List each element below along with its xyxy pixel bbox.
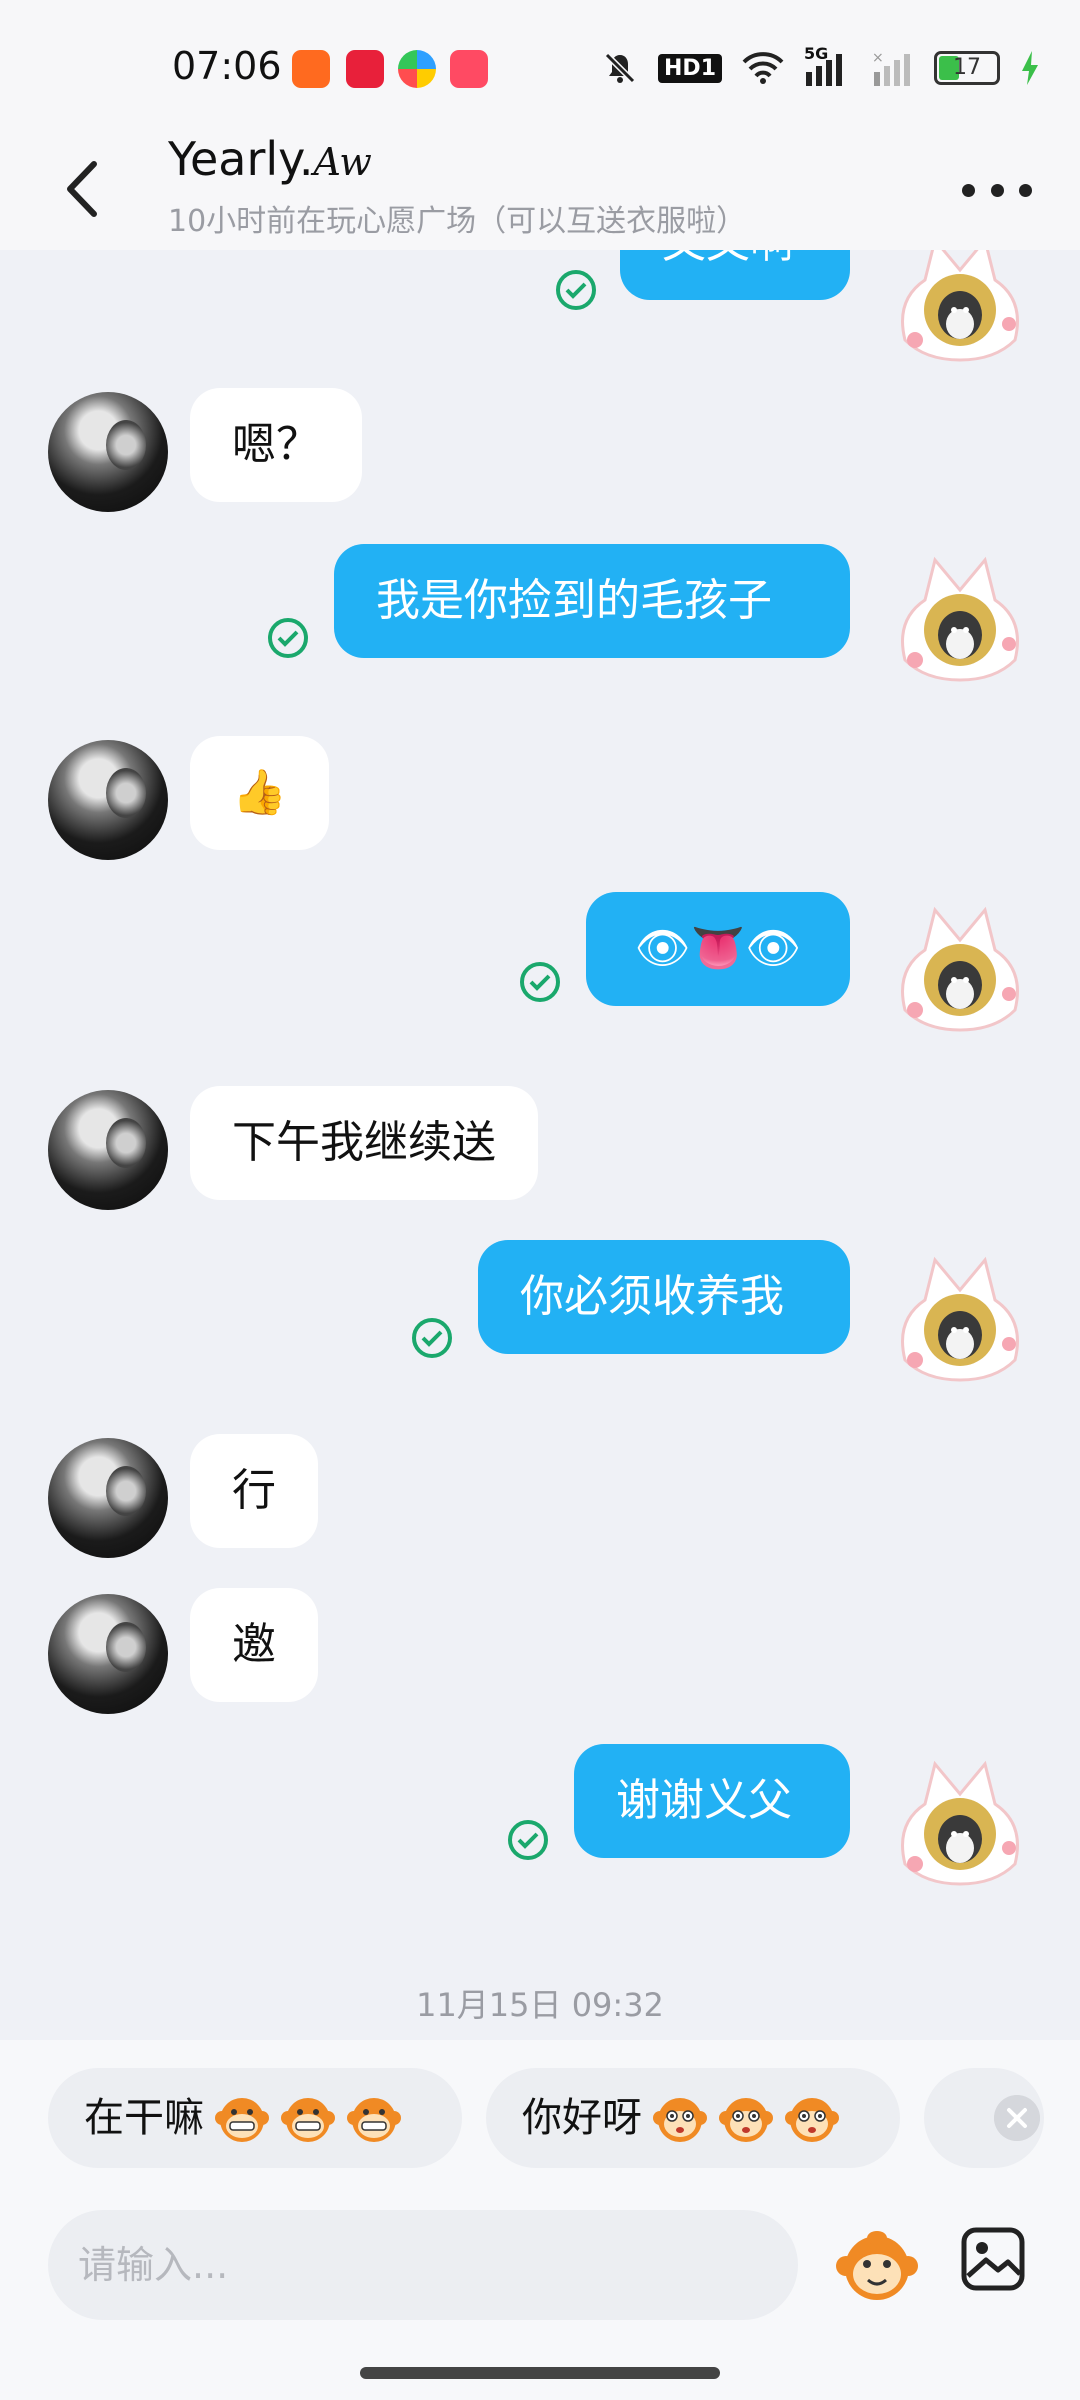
message-bubble[interactable]: 邀 [190,1588,318,1702]
quick-reply-text: 你好呀 [522,2095,642,2141]
message-bubble[interactable]: 你必须收养我 [478,1240,850,1354]
quick-reply-chip[interactable]: 你好呀 [486,2068,900,2168]
read-check-icon [412,1318,452,1358]
svg-text:×: × [872,50,884,66]
contact-status: 10小时前在玩心愿广场（可以互送衣服啦） [168,204,747,239]
message-bubble[interactable]: 我是你捡到的毛孩子 [334,544,850,658]
shopping-app-icon [450,50,488,88]
chat-header: Yearly.Aw 10小时前在玩心愿广场（可以互送衣服啦） [0,130,1080,250]
penguin-avatar[interactable] [885,540,1035,690]
message-timestamp: 11月15日 09:32 [416,1986,664,2024]
status-time: 07:06 [172,44,282,88]
grinning-monkey-icon [347,2098,401,2142]
message-bubble[interactable]: 文文啊 [620,250,850,300]
read-check-icon [508,1820,548,1860]
grinning-monkey-icon [281,2098,335,2142]
home-indicator[interactable] [360,2367,720,2379]
back-arrow-icon[interactable] [58,154,108,224]
contact-name-signature: Aw [313,140,372,184]
read-check-icon [520,962,560,1002]
penguin-avatar[interactable] [885,250,1035,370]
quick-reply-text: 在干嘛 [84,2095,204,2141]
message-list[interactable]: 文文啊 嗯？ 我是你捡到的毛孩子 👍 👁👅👁 下午我继续送 你必须收养我 行 [0,250,1080,2040]
waving-monkey-icon [653,2098,707,2142]
close-quick-replies-icon[interactable] [994,2095,1040,2141]
input-bar [0,2210,1080,2400]
grinning-monkey-icon [215,2098,269,2142]
penguin-avatar[interactable] [885,1240,1035,1390]
read-check-icon [556,270,596,310]
contact-avatar[interactable] [48,1090,168,1210]
contact-avatar[interactable] [48,392,168,512]
contact-avatar[interactable] [48,1438,168,1558]
contact-avatar[interactable] [48,1594,168,1714]
status-bar: 07:06 HD1 5G × 17 [0,0,1080,130]
message-bubble[interactable]: 👍 [190,736,329,850]
more-options-button[interactable] [962,170,1032,210]
waving-monkey-icon [719,2098,773,2142]
wifi-icon [742,52,784,84]
quick-replies-bar: 在干嘛 你好呀 [0,2040,1080,2210]
mute-bell-icon [604,52,636,84]
penguin-avatar[interactable] [885,1744,1035,1894]
monkey-emoji-icon[interactable] [832,2220,922,2310]
contact-name: Yearly.Aw [168,132,372,186]
signal-5g-icon: 5G [804,44,852,86]
waving-monkey-icon [785,2098,839,2142]
message-bubble[interactable]: 嗯？ [190,388,362,502]
quick-reply-chip[interactable]: 在干嘛 [48,2068,462,2168]
news-app-icon [346,50,384,88]
penguin-avatar[interactable] [885,890,1035,1040]
message-bubble[interactable]: 👁👅👁 [586,892,850,1006]
image-picker-icon[interactable] [958,2224,1028,2294]
contact-avatar[interactable] [48,740,168,860]
charging-icon [1022,51,1038,85]
battery-icon: 17 [934,51,1000,85]
browser-app-icon [398,50,436,88]
signal-weak-icon: × [872,50,910,86]
battery-level: 17 [953,55,981,80]
read-check-icon [268,618,308,658]
message-input[interactable] [48,2210,798,2320]
message-bubble[interactable]: 行 [190,1434,318,1548]
status-icons: HD1 5G × 17 [602,44,1040,88]
message-bubble[interactable]: 谢谢义父 [574,1744,850,1858]
hd-badge: HD1 [658,53,722,83]
message-bubble[interactable]: 下午我继续送 [190,1086,538,1200]
contact-name-text: Yearly. [168,132,314,186]
taobao-app-icon [292,50,330,88]
